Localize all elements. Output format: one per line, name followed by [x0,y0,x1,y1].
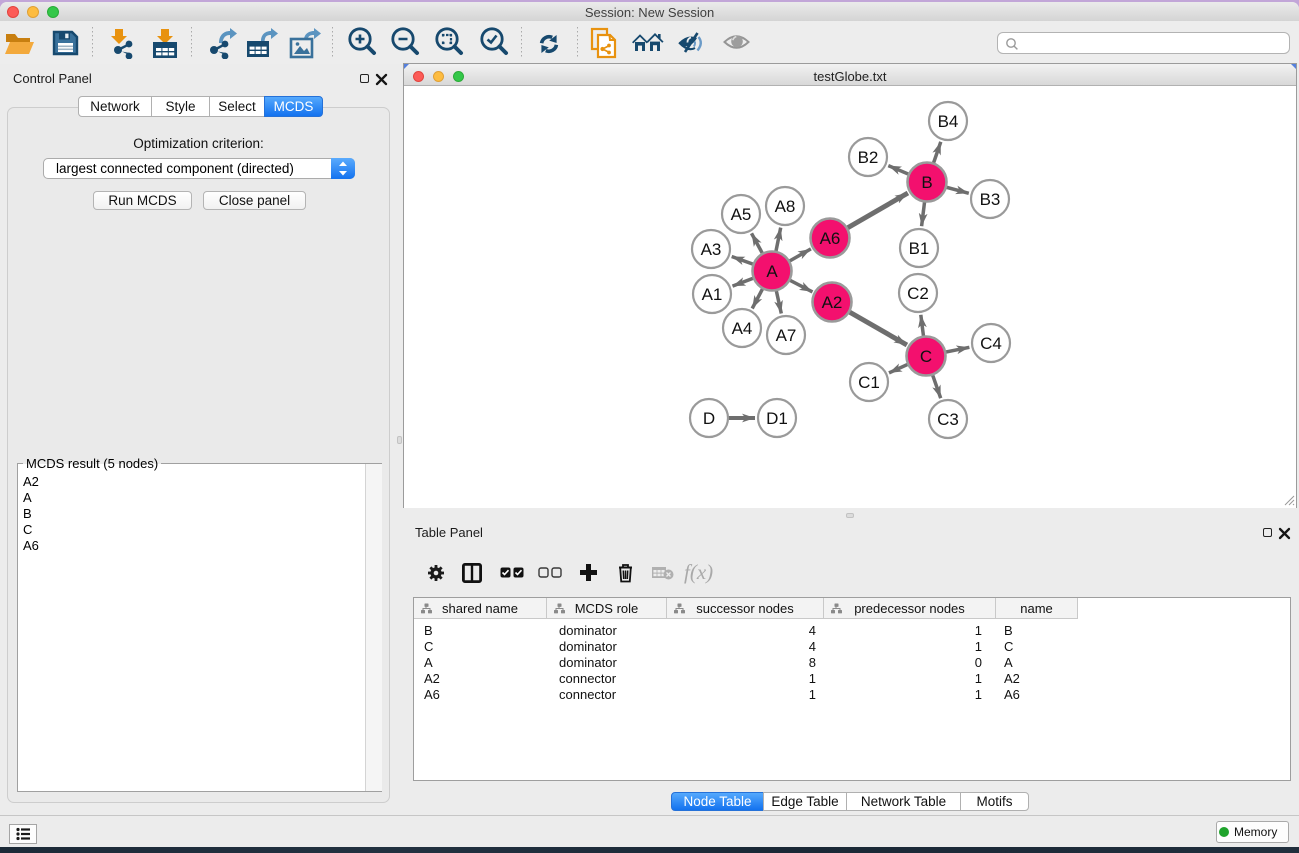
svg-text:A2: A2 [822,293,843,312]
svg-text:A4: A4 [732,319,753,338]
svg-text:A5: A5 [731,205,752,224]
svg-text:A8: A8 [775,197,796,216]
svg-text:B1: B1 [909,239,930,258]
svg-text:C4: C4 [980,334,1002,353]
svg-text:C2: C2 [907,284,929,303]
svg-text:D: D [703,409,715,428]
svg-text:B4: B4 [938,112,959,131]
svg-text:A: A [766,262,778,281]
svg-text:C: C [920,347,932,366]
svg-text:B2: B2 [858,148,879,167]
svg-text:B: B [921,173,932,192]
svg-text:A1: A1 [702,285,723,304]
svg-text:D1: D1 [766,409,788,428]
svg-text:C1: C1 [858,373,880,392]
svg-text:A6: A6 [820,229,841,248]
svg-text:A7: A7 [776,326,797,345]
svg-text:B3: B3 [980,190,1001,209]
svg-text:C3: C3 [937,410,959,429]
svg-text:A3: A3 [701,240,722,259]
